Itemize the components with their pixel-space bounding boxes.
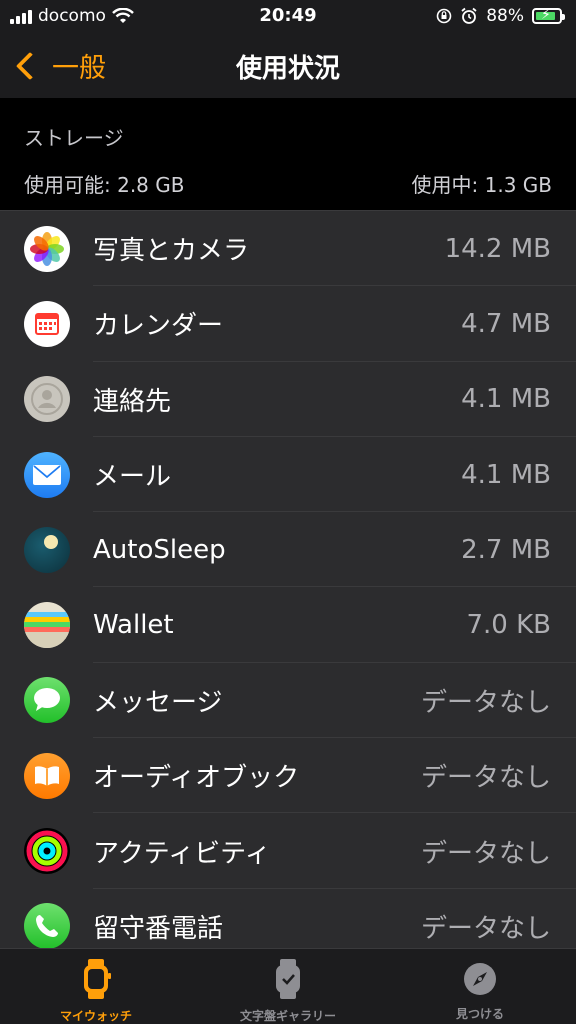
- tab-discover[interactable]: 見つける: [384, 959, 576, 1022]
- mail-icon: [24, 451, 70, 498]
- app-size: 4.1 MB: [461, 384, 551, 415]
- app-size: 14.2 MB: [444, 233, 551, 264]
- app-name: AutoSleep: [93, 534, 226, 565]
- list-item[interactable]: 留守番電話 データなし: [0, 889, 576, 948]
- list-item[interactable]: 連絡先 4.1 MB: [0, 362, 576, 438]
- app-size: データなし: [420, 913, 551, 944]
- calendar-icon: [24, 300, 70, 347]
- compass-icon: [464, 963, 496, 995]
- battery-icon: ⚡: [532, 7, 565, 24]
- list-item[interactable]: メール 4.1 MB: [0, 437, 576, 513]
- contacts-icon: [24, 376, 70, 423]
- app-name: メール: [93, 462, 172, 493]
- battery-percent: 88%: [486, 6, 524, 26]
- storage-used: 使用中: 1.3 GB: [411, 173, 552, 197]
- tab-bar: マイウォッチ 文字盤ギャラリー 見つける: [0, 948, 576, 1024]
- tab-my-watch[interactable]: マイウォッチ: [0, 959, 192, 1024]
- status-bar: docomo 20:49 88% ⚡: [0, 0, 576, 32]
- app-size: データなし: [420, 838, 551, 869]
- wallet-icon: [24, 602, 70, 649]
- storage-summary: ストレージ 使用可能: 2.8 GB 使用中: 1.3 GB: [0, 98, 576, 211]
- list-item[interactable]: アクティビティ データなし: [0, 813, 576, 889]
- app-name: オーディオブック: [93, 763, 300, 794]
- alarm-icon: [461, 7, 477, 24]
- app-storage-list: 写真とカメラ 14.2 MB カレンダー 4.7 MB 連絡先 4.1 MB メ…: [0, 211, 576, 948]
- voicemail-icon: [24, 903, 70, 948]
- tab-label: 見つける: [455, 1007, 504, 1021]
- audiobooks-icon: [24, 752, 70, 799]
- autosleep-icon: [24, 526, 70, 573]
- app-name: 留守番電話: [93, 913, 224, 944]
- app-size: 7.0 KB: [466, 610, 552, 641]
- app-size: 2.7 MB: [461, 534, 551, 565]
- app-name: メッセージ: [93, 687, 223, 718]
- status-right: 88% ⚡: [436, 6, 565, 26]
- list-item[interactable]: Wallet 7.0 KB: [0, 587, 576, 664]
- messages-icon: [24, 677, 70, 724]
- storage-title: ストレージ: [24, 126, 124, 150]
- app-size: 4.7 MB: [461, 308, 551, 339]
- app-name: 写真とカメラ: [93, 236, 250, 267]
- nav-bar: 一般 使用状況: [0, 32, 576, 98]
- photos-icon: [24, 225, 70, 272]
- list-item[interactable]: オーディオブック データなし: [0, 738, 576, 814]
- app-name: アクティビティ: [93, 838, 271, 869]
- app-size: データなし: [420, 763, 551, 794]
- storage-available: 使用可能: 2.8 GB: [24, 173, 185, 197]
- tab-label: マイウォッチ: [59, 1009, 132, 1023]
- watch-face-icon: [276, 959, 300, 999]
- watch-icon: [84, 959, 111, 999]
- page-title: 使用状況: [235, 54, 340, 84]
- app-size: 4.1 MB: [461, 459, 551, 490]
- activity-icon: [24, 828, 70, 875]
- list-item[interactable]: カレンダー 4.7 MB: [0, 286, 576, 362]
- app-name: カレンダー: [93, 311, 224, 342]
- orientation-lock-icon: [436, 8, 452, 24]
- tab-label: 文字盤ギャラリー: [239, 1009, 336, 1023]
- app-name: 連絡先: [93, 386, 172, 417]
- tab-face-gallery[interactable]: 文字盤ギャラリー: [192, 959, 384, 1024]
- list-item[interactable]: メッセージ データなし: [0, 663, 576, 739]
- list-item[interactable]: 写真とカメラ 14.2 MB: [0, 211, 576, 287]
- app-size: データなし: [420, 687, 551, 718]
- list-item[interactable]: AutoSleep 2.7 MB: [0, 512, 576, 588]
- app-name: Wallet: [93, 610, 174, 641]
